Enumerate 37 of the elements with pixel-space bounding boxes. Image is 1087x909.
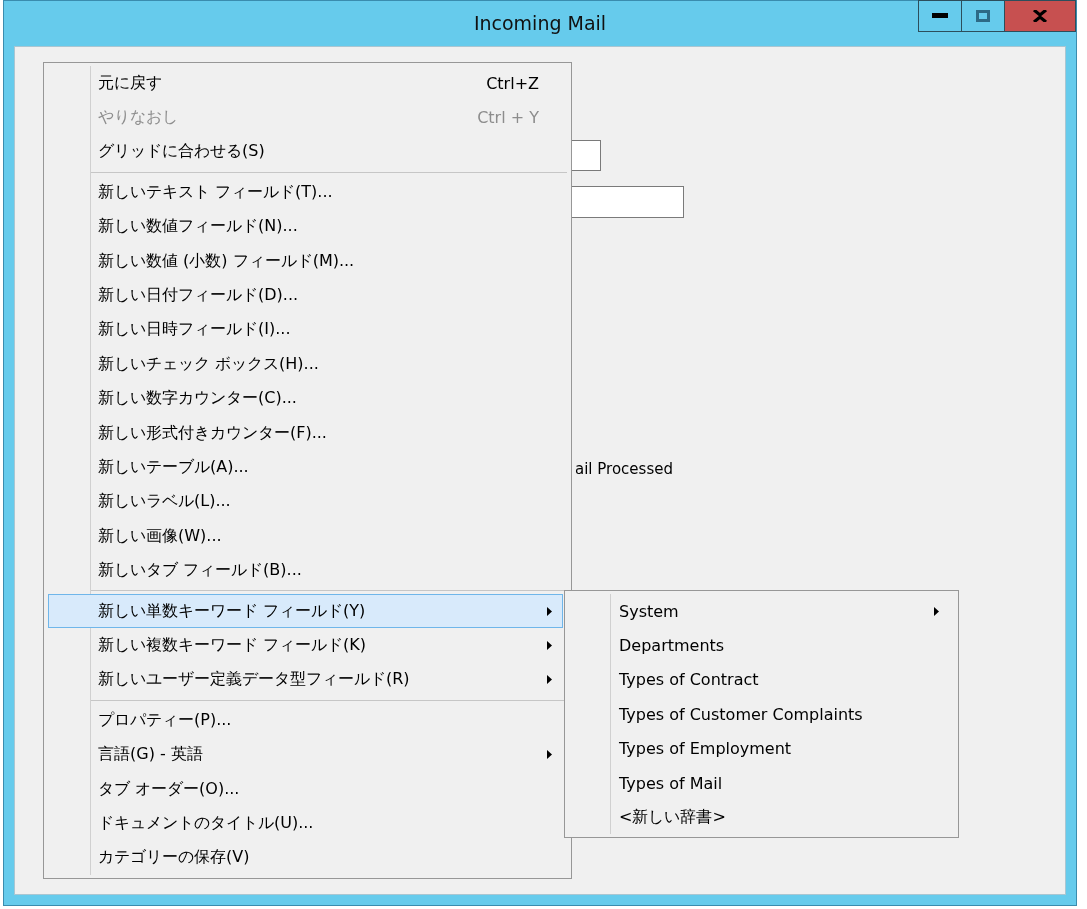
menu-item[interactable]: Types of Mail [569, 765, 954, 801]
maximize-icon [976, 10, 990, 22]
menu-item[interactable]: 新しい形式付きカウンター(F)... [48, 415, 563, 451]
menu-item[interactable]: プロパティー(P)... [48, 703, 563, 738]
menu-item[interactable]: 新しいチェック ボックス(H)... [48, 347, 563, 382]
minimize-icon [932, 13, 948, 19]
menu-item[interactable]: 新しいテーブル(A)... [48, 450, 563, 485]
menu-item[interactable]: 新しい数値フィールド(N)... [48, 209, 563, 244]
close-button[interactable] [1004, 0, 1076, 32]
menu-item[interactable]: 新しいユーザー定義データ型フィールド(R) [48, 662, 563, 698]
menu-item[interactable]: 新しい画像(W)... [48, 519, 563, 554]
menu-item[interactable]: 新しいテキスト フィールド(T)... [48, 175, 563, 210]
maximize-button[interactable] [961, 0, 1004, 32]
menu-item[interactable]: 新しい数字カウンター(C)... [48, 381, 563, 416]
menu-item[interactable]: Types of Customer Complaints [569, 697, 954, 732]
menu-item[interactable]: タブ オーダー(O)... [48, 771, 563, 807]
menu-item[interactable]: Types of Contract [569, 662, 954, 698]
menu-item[interactable]: ドキュメントのタイトル(U)... [48, 806, 563, 841]
menu-item[interactable]: Types of Employment [569, 731, 954, 766]
menu-item[interactable]: 元に戻す Ctrl+Z [48, 66, 563, 101]
menu-item[interactable]: 新しい日時フィールド(I)... [48, 312, 563, 348]
close-icon [1033, 10, 1047, 22]
menu-item[interactable]: 新しいタブ フィールド(B)... [48, 553, 563, 588]
menu-item[interactable]: 新しい単数キーワード フィールド(Y) [48, 593, 563, 629]
menu-item[interactable]: グリッドに合わせる(S) [48, 134, 563, 170]
window-title: Incoming Mail [473, 11, 607, 34]
menu-item[interactable]: <新しい辞書> [569, 800, 954, 835]
menu-item[interactable]: カテゴリーの保存(V) [48, 840, 563, 875]
menu-item[interactable]: System [569, 594, 954, 629]
menu-item[interactable]: 言語(G) - 英語 [48, 737, 563, 772]
menu-item[interactable]: Departments [569, 628, 954, 663]
minimize-button[interactable] [918, 0, 961, 32]
menu-item[interactable]: 新しい日付フィールド(D)... [48, 278, 563, 313]
menu-item[interactable]: 新しいラベル(L)... [48, 484, 563, 520]
menu-item[interactable]: 新しい数値 (小数) フィールド(M)... [48, 243, 563, 279]
checkbox-label: ail Processed [575, 460, 673, 478]
menu-item[interactable]: 新しい複数キーワード フィールド(K) [48, 628, 563, 663]
